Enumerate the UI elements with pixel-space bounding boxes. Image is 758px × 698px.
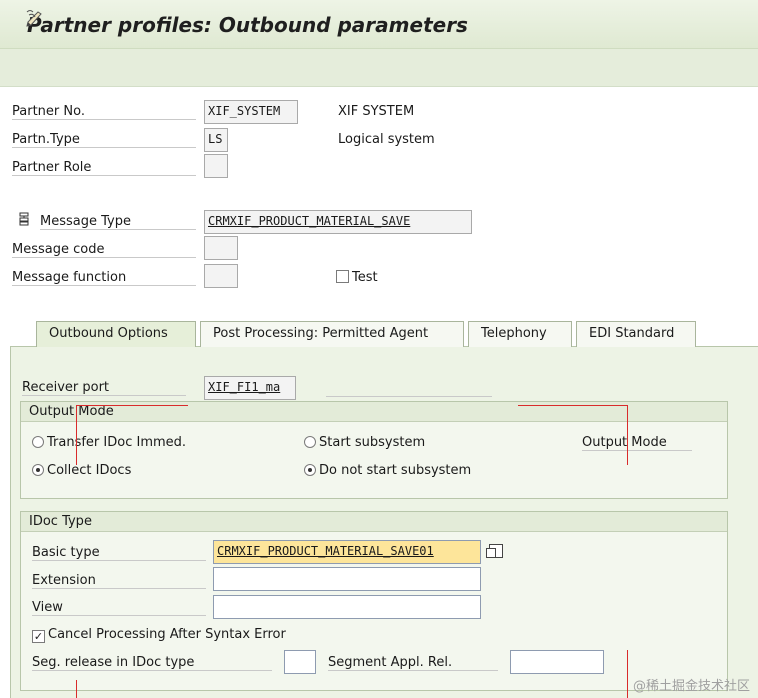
message-code-label: Message code: [12, 242, 196, 258]
tab-telephony[interactable]: Telephony: [468, 321, 572, 347]
annotation-line: [518, 405, 628, 406]
basic-type-field[interactable]: CRMXIF_PRODUCT_MATERIAL_SAVE01: [213, 540, 481, 564]
receiver-port-field[interactable]: XIF_FI1_ma: [204, 376, 296, 400]
view-field[interactable]: [213, 595, 481, 619]
partner-no-label: Partner No.: [12, 104, 196, 120]
partn-type-field[interactable]: LS: [204, 128, 228, 152]
extension-field[interactable]: [213, 567, 481, 591]
receiver-port-label: Receiver port: [22, 380, 186, 396]
output-mode-label: Output Mode: [582, 435, 692, 451]
annotation-line: [76, 680, 77, 698]
tab-post-processing[interactable]: Post Processing: Permitted Agent: [200, 321, 464, 347]
annotation-line: [76, 405, 77, 465]
partn-type-desc: Logical system: [338, 132, 435, 147]
collect-idocs-radio[interactable]: Collect IDocs: [32, 463, 131, 478]
partner-no-desc: XIF SYSTEM: [338, 104, 415, 119]
test-checkbox[interactable]: Test: [336, 270, 378, 285]
copy-icon[interactable]: [486, 544, 503, 558]
start-subsystem-radio-dot[interactable]: [304, 436, 316, 448]
tab-edi-standard[interactable]: EDI Standard: [576, 321, 696, 347]
message-function-label: Message function: [12, 270, 196, 286]
test-checkbox-box[interactable]: [336, 270, 349, 283]
extension-label: Extension: [32, 573, 206, 589]
message-code-field[interactable]: [204, 236, 238, 260]
hierarchy-icon: [18, 212, 30, 226]
test-label: Test: [352, 270, 378, 285]
do-not-start-radio-dot[interactable]: [304, 464, 316, 476]
seg-release-field[interactable]: [284, 650, 316, 674]
toolbar: [0, 49, 758, 87]
seg-release-label: Seg. release in IDoc type: [32, 655, 272, 671]
tab-outbound-options[interactable]: Outbound Options: [36, 321, 196, 347]
message-type-field[interactable]: CRMXIF_PRODUCT_MATERIAL_SAVE: [204, 210, 472, 234]
transfer-idoc-radio-dot[interactable]: [32, 436, 44, 448]
page-title: Partner profiles: Outbound parameters: [27, 13, 468, 37]
partn-type-label: Partn.Type: [12, 132, 196, 148]
watermark: @稀土掘金技术社区: [632, 679, 750, 694]
annotation-line: [627, 405, 628, 465]
idoc-type-header: IDoc Type: [21, 512, 727, 532]
cancel-processing-checkbox[interactable]: ✓ Cancel Processing After Syntax Error: [32, 627, 286, 643]
partner-role-label: Partner Role: [12, 160, 196, 176]
message-function-field[interactable]: [204, 264, 238, 288]
view-label: View: [32, 600, 206, 616]
annotation-line: [627, 650, 628, 698]
start-subsystem-radio[interactable]: Start subsystem: [304, 435, 425, 450]
basic-type-label: Basic type: [32, 545, 206, 561]
receiver-port-desc-line: [326, 396, 492, 397]
display-change-icon[interactable]: [24, 8, 46, 30]
cancel-processing-checkbox-box[interactable]: ✓: [32, 630, 45, 643]
partner-no-field[interactable]: XIF_SYSTEM: [204, 100, 298, 124]
partner-role-field[interactable]: [204, 154, 228, 178]
collect-idocs-radio-dot[interactable]: [32, 464, 44, 476]
segment-appl-rel-field[interactable]: [510, 650, 604, 674]
transfer-idoc-radio[interactable]: Transfer IDoc Immed.: [32, 435, 186, 450]
segment-appl-rel-label: Segment Appl. Rel.: [328, 655, 498, 671]
message-type-label: Message Type: [40, 214, 196, 230]
annotation-line: [76, 405, 188, 406]
do-not-start-subsystem-radio[interactable]: Do not start subsystem: [304, 463, 471, 478]
